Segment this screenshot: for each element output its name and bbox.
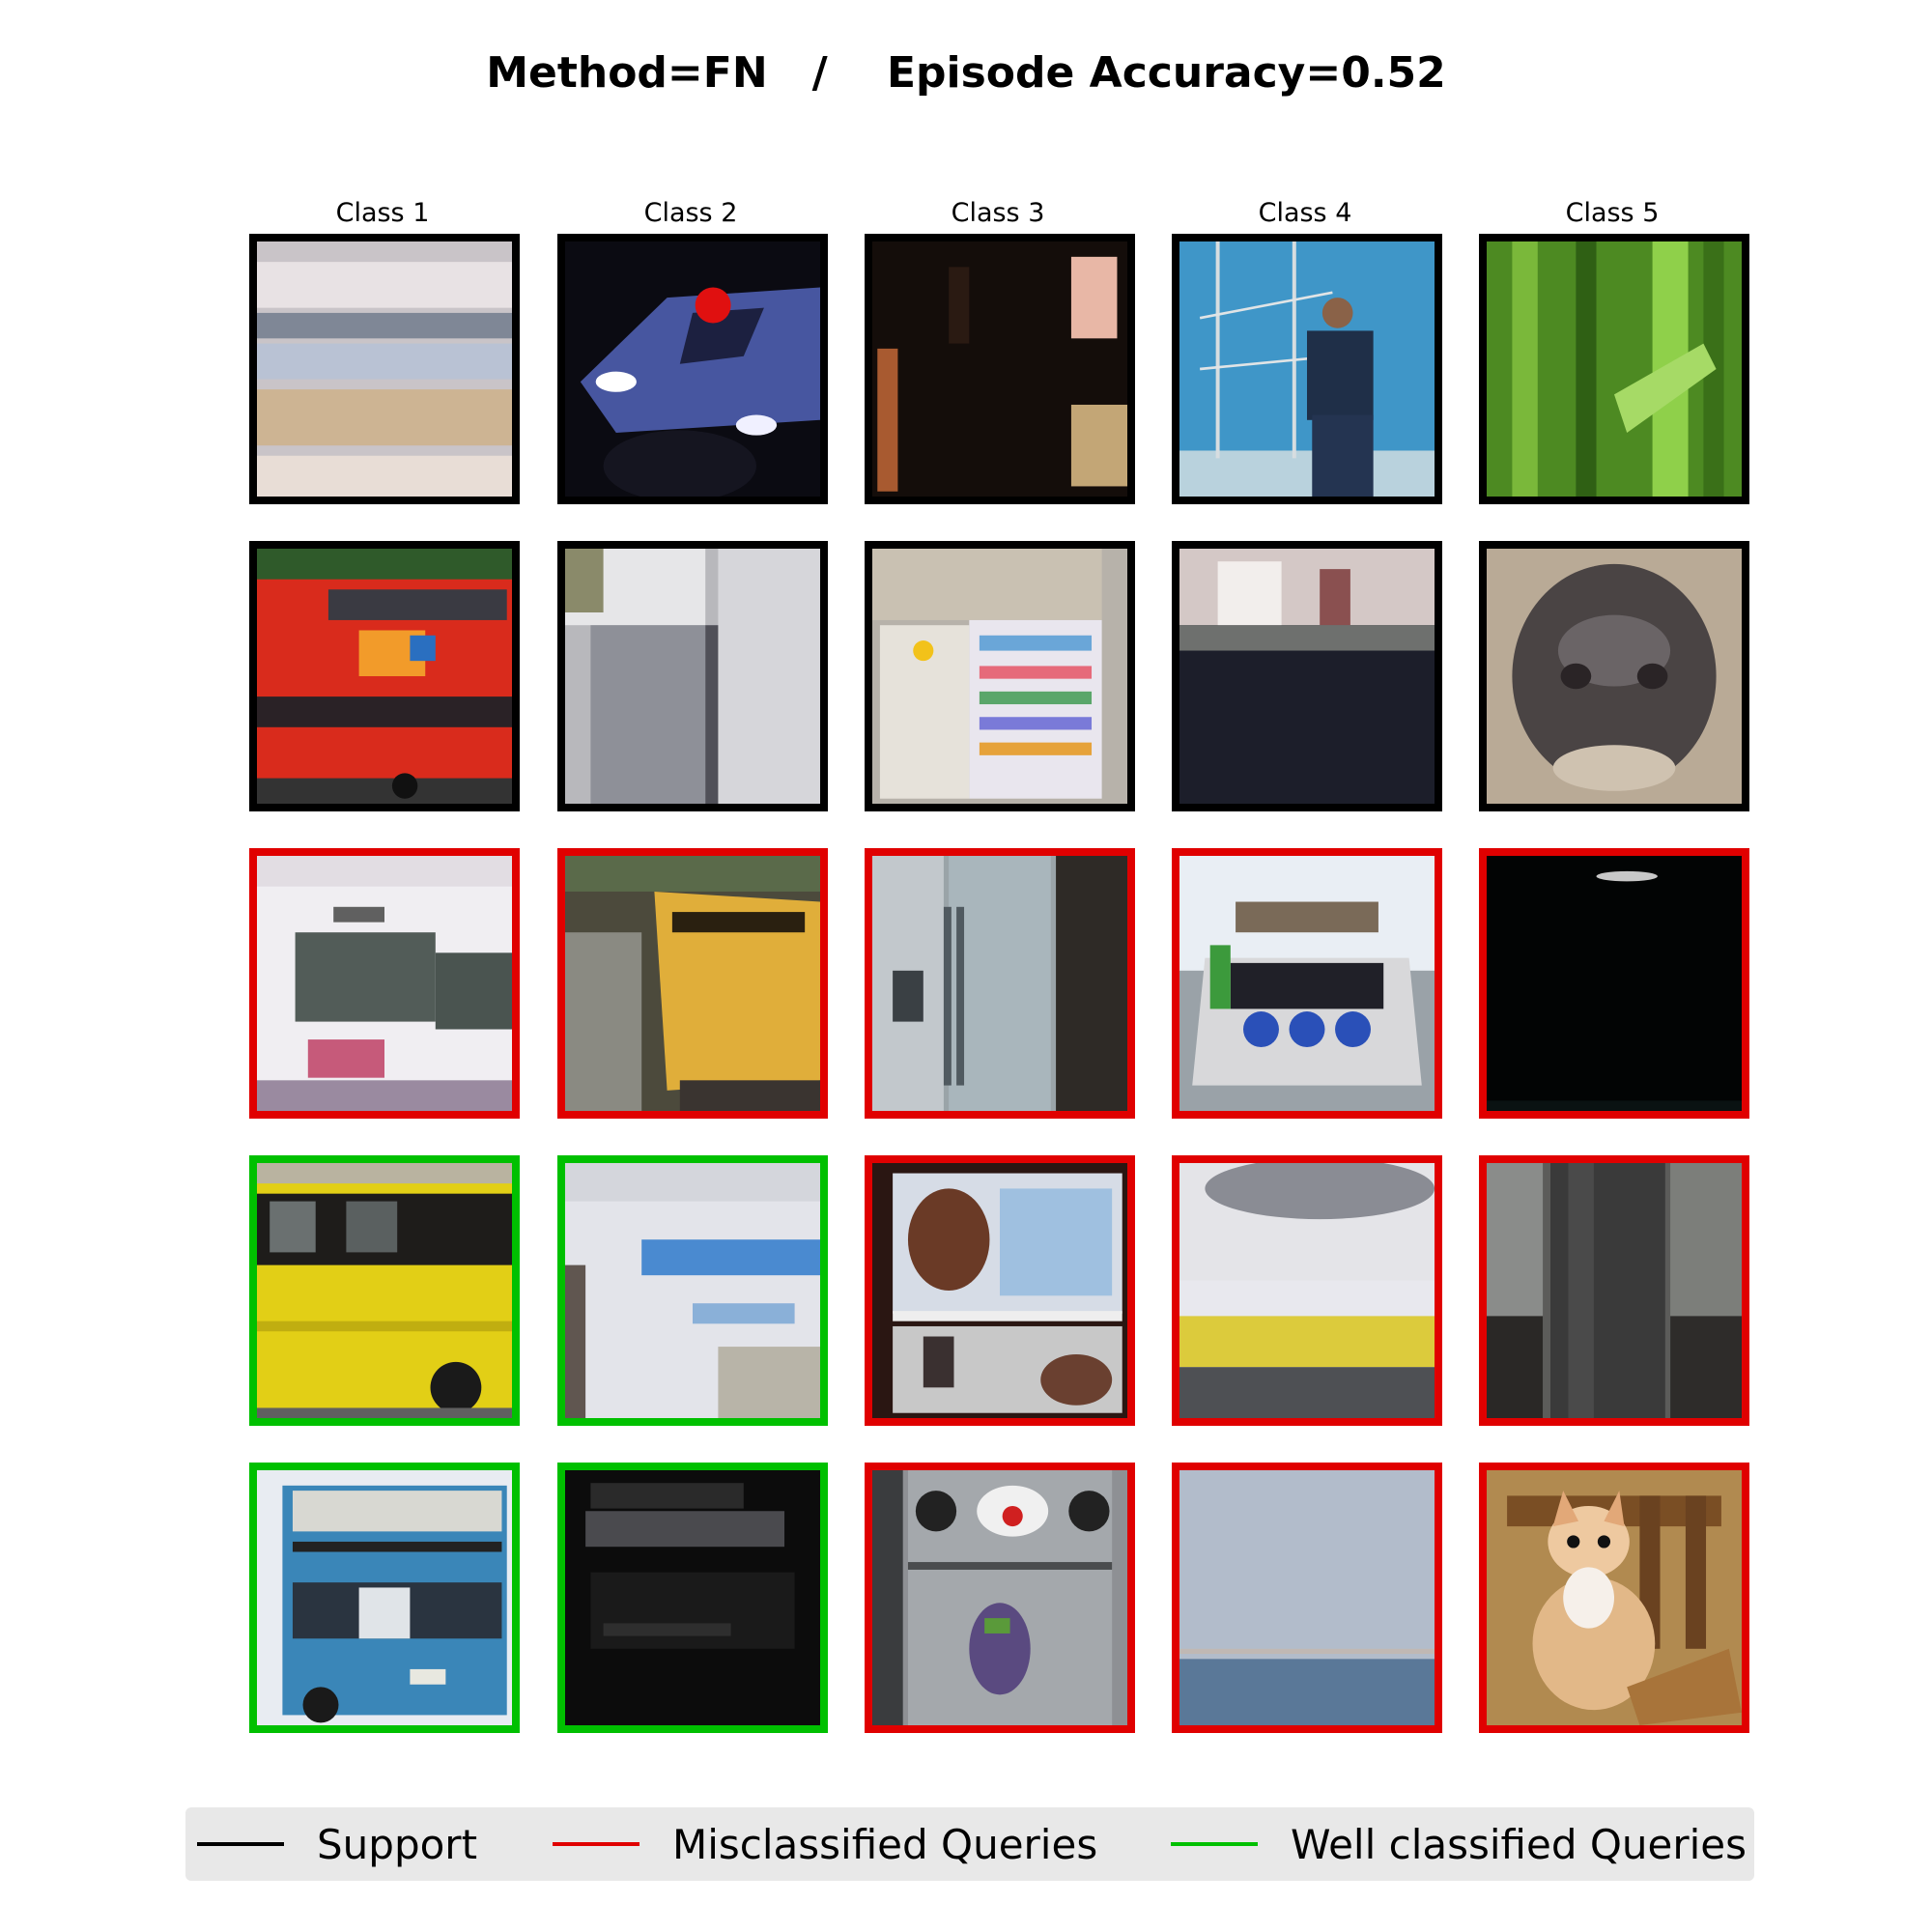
support-image-class-2	[557, 234, 828, 504]
legend-item-well-classified: Well classified Queries	[1171, 1807, 1747, 1881]
legend-label-well-classified: Well classified Queries	[1291, 1820, 1747, 1868]
query-image-class-5-row-4	[1479, 1155, 1749, 1426]
legend-swatch-support	[197, 1842, 284, 1846]
column-header-class-5: Class 5	[1565, 198, 1660, 228]
figure-title: Method=FN / Episode Accuracy=0.52	[486, 48, 1446, 98]
query-image-class-4-row-5	[1172, 1463, 1442, 1733]
legend-label-misclassified: Misclassified Queries	[672, 1820, 1098, 1868]
query-image-class-4-row-4	[1172, 1155, 1442, 1426]
query-image-class-5-row-3	[1479, 848, 1749, 1119]
query-image-class-4-row-3	[1172, 848, 1442, 1119]
query-image-class-5-row-5	[1479, 1463, 1749, 1733]
legend-swatch-well-classified	[1171, 1842, 1258, 1846]
column-header-class-2: Class 2	[643, 198, 738, 228]
support-image-class-3	[865, 234, 1135, 504]
legend: Support Misclassified Queries Well class…	[185, 1807, 1754, 1881]
support-image-class-4-second	[1172, 541, 1442, 811]
query-image-class-1-row-4	[249, 1155, 520, 1426]
support-image-class-5-second	[1479, 541, 1749, 811]
support-image-class-4	[1172, 234, 1442, 504]
query-image-class-2-row-3	[557, 848, 828, 1119]
legend-item-misclassified: Misclassified Queries	[553, 1807, 1097, 1881]
query-image-class-2-row-5	[557, 1463, 828, 1733]
support-image-class-3-second	[865, 541, 1135, 811]
column-header-class-3: Class 3	[951, 198, 1045, 228]
support-image-class-1-second	[249, 541, 520, 811]
query-image-class-1-row-3	[249, 848, 520, 1119]
query-image-class-3-row-3	[865, 848, 1135, 1119]
column-header-class-1: Class 1	[335, 198, 430, 228]
legend-label-support: Support	[317, 1820, 478, 1868]
support-image-class-5	[1479, 234, 1749, 504]
legend-swatch-misclassified	[553, 1842, 639, 1846]
query-image-class-1-row-5	[249, 1463, 520, 1733]
legend-item-support: Support	[197, 1807, 477, 1881]
query-image-class-3-row-4	[865, 1155, 1135, 1426]
query-image-class-3-row-5	[865, 1463, 1135, 1733]
column-header-class-4: Class 4	[1258, 198, 1352, 228]
query-image-class-2-row-4	[557, 1155, 828, 1426]
support-image-class-2-second	[557, 541, 828, 811]
support-image-class-1	[249, 234, 520, 504]
